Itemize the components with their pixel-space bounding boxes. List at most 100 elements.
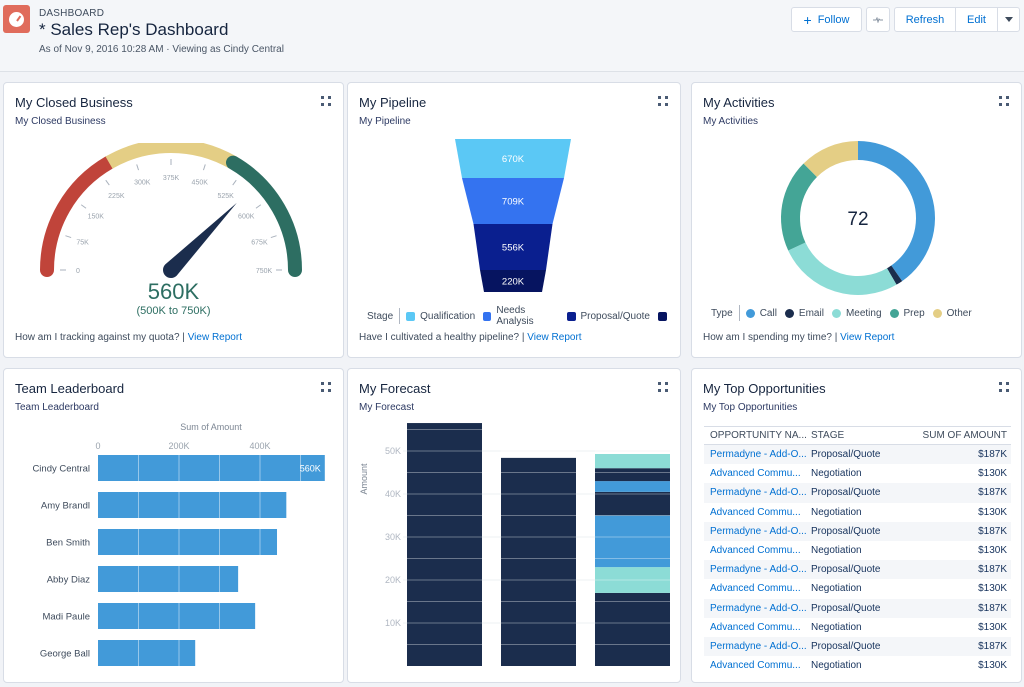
opportunity-link[interactable]: Advanced Commu... xyxy=(710,468,811,479)
legend-label: Prep xyxy=(903,307,925,319)
opportunity-link[interactable]: Permadyne - Add-O... xyxy=(710,526,811,537)
stage-cell: Negotiation xyxy=(811,621,862,633)
category-label: George Ball xyxy=(40,649,90,660)
legend-item[interactable]: Other xyxy=(932,308,972,319)
legend-item[interactable]: Email xyxy=(784,308,824,319)
opportunities-table: OPPORTUNITY NA... STAGE SUM OF AMOUNT Pe… xyxy=(704,426,1011,675)
legend-swatch xyxy=(932,308,942,318)
funnel-value-label: 220K xyxy=(502,277,525,288)
view-report-link[interactable]: View Report xyxy=(188,332,242,343)
card-title: My Forecast xyxy=(359,381,431,396)
object-type-label: DASHBOARD xyxy=(39,8,105,19)
gauge-tick-label: 750K xyxy=(256,268,273,275)
legend-item[interactable]: Proposal/Quote xyxy=(566,310,651,322)
legend-swatch xyxy=(658,311,667,321)
legend-item[interactable]: Call xyxy=(745,308,777,319)
gauge-tick-label: 0 xyxy=(76,268,80,275)
opportunity-link[interactable]: Advanced Commu... xyxy=(710,583,811,594)
expand-icon[interactable] xyxy=(321,96,331,106)
card-top-opportunities: My Top Opportunities My Top Opportunitie… xyxy=(691,368,1022,683)
x-axis-title: Sum of Amount xyxy=(180,422,242,432)
opportunity-link[interactable]: Permadyne - Add-O... xyxy=(710,641,811,652)
card-title: My Activities xyxy=(703,95,775,110)
leaderboard-chart: Sum of Amount 0 200K 400K Cindy Central 560K A… xyxy=(32,422,325,667)
card-subtitle[interactable]: My Pipeline xyxy=(359,116,411,127)
amount-cell: $130K xyxy=(978,621,1007,633)
opportunity-link[interactable]: Advanced Commu... xyxy=(710,545,811,556)
card-footer: Have I cultivated a healthy pipeline? | … xyxy=(359,332,582,343)
card-subtitle[interactable]: Team Leaderboard xyxy=(15,402,99,413)
expand-icon[interactable] xyxy=(999,382,1009,392)
follow-button[interactable]: + Follow xyxy=(791,7,862,32)
view-report-link[interactable]: View Report xyxy=(840,332,894,343)
y-tick-label: 40K xyxy=(385,489,401,499)
legend-swatch xyxy=(406,311,416,321)
opportunity-link[interactable]: Permadyne - Add-O... xyxy=(710,487,811,498)
opportunity-link[interactable]: Permadyne - Add-O... xyxy=(710,449,811,460)
gauge-tick xyxy=(255,204,262,209)
amount-cell: $187K xyxy=(978,449,1007,461)
funnel-chart: 670K 709K 556K 220K xyxy=(455,139,571,292)
card-subtitle[interactable]: My Forecast xyxy=(359,402,414,413)
card-forecast: My Forecast My Forecast 10K 20K 30K 40K 50K A… xyxy=(347,368,681,683)
expand-icon[interactable] xyxy=(999,96,1009,106)
table-row: Permadyne - Add-O... Proposal/Quote $187K xyxy=(704,636,1011,657)
legend-item[interactable]: Qualification xyxy=(406,311,475,322)
legend-label: Proposal/Quote xyxy=(580,310,651,322)
legend-swatch xyxy=(566,311,576,321)
forecast-bar-segment xyxy=(407,423,482,666)
expand-icon[interactable] xyxy=(658,382,668,392)
stage-cell: Negotiation xyxy=(811,468,862,480)
page-header: DASHBOARD * Sales Rep's Dashboard As of … xyxy=(0,0,1024,72)
stage-cell: Proposal/Quote xyxy=(811,487,881,499)
table-body: Permadyne - Add-O... Proposal/Quote $187K A… xyxy=(704,445,1011,675)
column-header-amount[interactable]: SUM OF AMOUNT xyxy=(921,430,1011,441)
opportunity-link[interactable]: Advanced Commu... xyxy=(710,622,811,633)
stage-cell: Proposal/Quote xyxy=(811,602,881,614)
activity-button[interactable] xyxy=(866,7,890,32)
donut-legend: Type Call Email Meeting Prep Other xyxy=(711,305,980,321)
legend-item[interactable]: Needs Analysis xyxy=(483,305,558,327)
table-row: Advanced Commu... Negotiation $130K xyxy=(704,618,1011,637)
expand-icon[interactable] xyxy=(658,96,668,106)
legend-item[interactable]: Meeting xyxy=(831,308,882,319)
gauge-tick xyxy=(202,164,206,171)
legend-item[interactable] xyxy=(658,311,672,321)
card-subtitle[interactable]: My Activities xyxy=(703,116,758,127)
card-closed-business: My Closed Business My Closed Business 0 7… xyxy=(3,82,344,358)
column-header-opportunity[interactable]: OPPORTUNITY NA... xyxy=(710,430,811,441)
expand-icon[interactable] xyxy=(321,382,331,392)
x-tick-label: 400K xyxy=(249,441,270,451)
opportunity-link[interactable]: Permadyne - Add-O... xyxy=(710,603,811,614)
forecast-bar-segment xyxy=(501,457,576,666)
gauge-tick-label: 375K xyxy=(163,175,180,182)
card-subtitle[interactable]: My Closed Business xyxy=(15,116,106,127)
forecast-bar-segment xyxy=(595,491,670,516)
card-subtitle[interactable]: My Top Opportunities xyxy=(703,402,797,413)
table-row: Advanced Commu... Negotiation $130K xyxy=(704,541,1011,560)
gauge-tick-label: 75K xyxy=(76,239,89,246)
category-label: Amy Brandl xyxy=(41,501,90,512)
opportunity-link[interactable]: Advanced Commu... xyxy=(710,660,811,671)
gauge-value: 560K xyxy=(147,279,200,304)
leaderboard-bar xyxy=(98,640,196,666)
gauge-tick xyxy=(105,179,110,186)
forecast-bar-segment xyxy=(595,515,670,568)
funnel-value-label: 670K xyxy=(502,154,525,165)
card-footer: How am I tracking against my quota? | Vi… xyxy=(15,332,242,343)
view-report-link[interactable]: View Report xyxy=(527,332,581,343)
opportunity-link[interactable]: Permadyne - Add-O... xyxy=(710,564,811,575)
amount-cell: $130K xyxy=(978,545,1007,557)
gauge-tick-label: 225K xyxy=(108,193,125,200)
card-title: My Closed Business xyxy=(15,95,133,110)
forecast-bar-segment xyxy=(595,481,670,492)
refresh-button[interactable]: Refresh xyxy=(895,8,956,31)
bar-value-label: 560K xyxy=(300,464,321,474)
legend-item[interactable]: Prep xyxy=(889,307,925,319)
opportunity-link[interactable]: Advanced Commu... xyxy=(710,507,811,518)
edit-button[interactable]: Edit xyxy=(956,8,998,31)
column-header-stage[interactable]: STAGE xyxy=(811,430,921,441)
amount-cell: $130K xyxy=(978,660,1007,672)
more-actions-button[interactable] xyxy=(998,8,1019,31)
gauge-tick xyxy=(136,164,140,171)
